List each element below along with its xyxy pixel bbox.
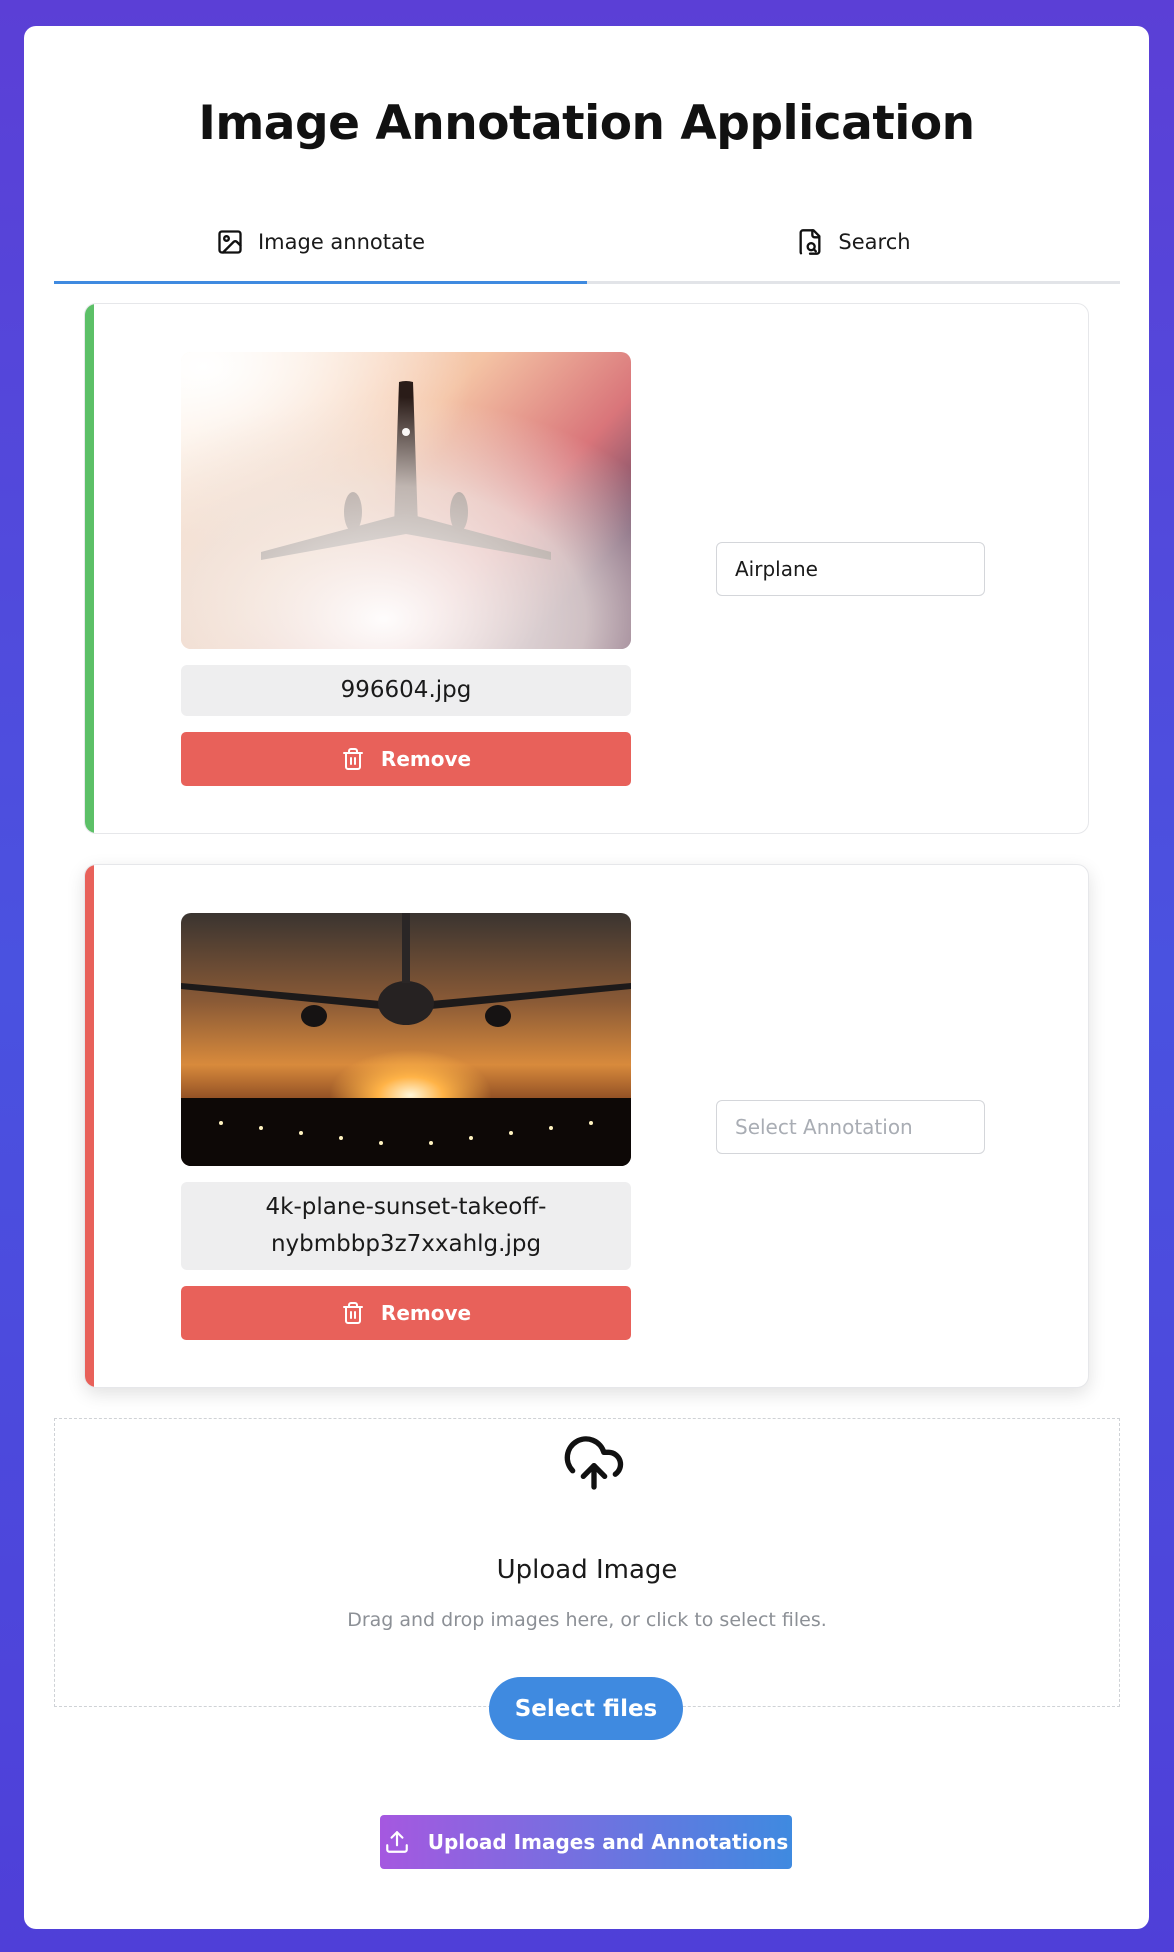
remove-button[interactable]: Remove [181, 1286, 631, 1340]
annotation-select[interactable] [716, 1100, 985, 1154]
status-stripe [85, 304, 94, 833]
cloud-upload-icon [564, 1436, 624, 1490]
upload-dropzone[interactable]: Upload Image Drag and drop images here, … [54, 1418, 1120, 1707]
image-preview [181, 352, 631, 649]
image-card: 4k-plane-sunset-takeoff-nybmbbp3z7xxahlg… [84, 864, 1089, 1388]
submit-label: Upload Images and Annotations [427, 1830, 789, 1854]
upload-subtitle: Drag and drop images here, or click to s… [347, 1609, 827, 1631]
image-card: 996604.jpg Remove [84, 303, 1089, 834]
select-files-button[interactable]: Select files [489, 1677, 683, 1740]
tab-label: Image annotate [257, 229, 426, 254]
page-title: Image Annotation Application [198, 96, 975, 151]
remove-label: Remove [380, 747, 472, 771]
tab-search[interactable]: Search [587, 202, 1120, 281]
file-search-icon [799, 228, 821, 255]
filename-label: 4k-plane-sunset-takeoff-nybmbbp3z7xxahlg… [181, 1182, 631, 1270]
image-icon [218, 229, 242, 254]
trash-icon [342, 748, 363, 770]
annotation-select[interactable] [716, 542, 985, 596]
tab-image-annotate[interactable]: Image annotate [54, 202, 587, 284]
upload-title: Upload Image [496, 1555, 678, 1585]
status-stripe [85, 865, 94, 1387]
remove-label: Remove [380, 1301, 472, 1325]
tab-bar: Image annotate Search [54, 202, 1120, 284]
upload-images-and-annotations-button[interactable]: Upload Images and Annotations [380, 1815, 792, 1869]
filename-label: 996604.jpg [181, 665, 631, 716]
image-preview [181, 913, 631, 1166]
remove-button[interactable]: Remove [181, 732, 631, 786]
trash-icon [342, 1302, 363, 1324]
main-panel: Image Annotation Application Image annot… [24, 26, 1149, 1929]
tab-label: Search [838, 229, 911, 254]
upload-icon [385, 1831, 408, 1853]
